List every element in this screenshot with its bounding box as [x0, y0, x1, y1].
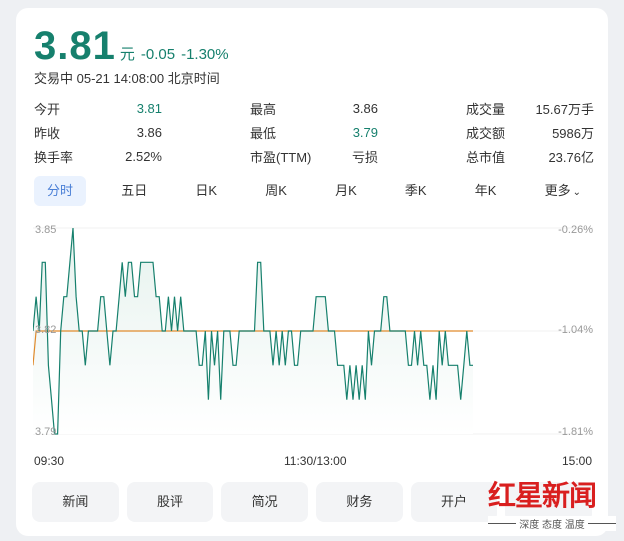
- news-button[interactable]: 新闻: [32, 482, 119, 522]
- y-right-tick: -0.26%: [558, 224, 593, 236]
- intraday-chart-svg: [33, 227, 593, 435]
- stat-label: 今开: [34, 101, 61, 117]
- stat-label: 市盈(TTM): [250, 149, 312, 165]
- stat-value: 2.52%: [125, 148, 162, 164]
- stock-card: 3.81 元 -0.05 -1.30% 交易中 05-21 14:08:00 北…: [16, 8, 608, 536]
- stat-value: 3.81: [136, 100, 162, 116]
- divider: [488, 523, 517, 524]
- stat-label: 最高: [250, 101, 277, 117]
- stat-turnover: 成交额 5986万: [466, 123, 594, 142]
- y-left-tick: 3.85: [35, 224, 57, 236]
- stock-review-button[interactable]: 股评: [126, 482, 214, 522]
- trading-status: 交易中 05-21 14:08:00 北京时间: [34, 71, 220, 86]
- stat-value: 5986万: [552, 125, 594, 141]
- stat-label: 昨收: [34, 125, 61, 141]
- stat-value: 3.86: [352, 100, 378, 116]
- price-change: -0.05: [140, 46, 176, 63]
- chevron-down-icon: ⌄: [572, 187, 581, 198]
- y-right-tick: -1.04%: [558, 324, 593, 336]
- current-price: 3.81: [34, 24, 116, 68]
- price-unit: 元: [119, 46, 135, 63]
- stat-high: 最高 3.86: [250, 99, 378, 118]
- stat-prev-close: 昨收 3.86: [34, 123, 162, 142]
- finance-button[interactable]: 财务: [316, 482, 403, 522]
- tab-quarterly-k[interactable]: 季K: [392, 176, 440, 206]
- time-axis: 09:30 11:30/13:00 15:00: [34, 454, 594, 470]
- tab-intraday[interactable]: 分时: [34, 176, 87, 206]
- x-tick-close: 15:00: [561, 454, 592, 468]
- profile-button[interactable]: 简况: [221, 482, 309, 522]
- open-account-button[interactable]: 开户: [410, 482, 498, 522]
- tab-daily-k[interactable]: 日K: [182, 176, 230, 206]
- stats-row: 换手率 2.52% 市盈(TTM) 亏损 总市值 23.76亿: [34, 144, 594, 168]
- x-tick-midday: 11:30/13:00: [284, 454, 347, 468]
- stat-value: 3.79: [352, 124, 378, 140]
- stat-volume: 成交量 15.67万手: [466, 99, 594, 118]
- price-change-pct: -1.30%: [181, 46, 229, 63]
- stats-grid: 今开 3.81 最高 3.86 成交量 15.67万手 昨收 3.86 最低 3.79 成…: [34, 96, 594, 168]
- watermark-title: 红星新闻: [488, 479, 597, 512]
- stat-pe: 市盈(TTM) 亏损: [250, 147, 378, 166]
- watermark-logo: 红星新闻 深度 态度 温度: [488, 474, 618, 534]
- quote-header: 3.81 元 -0.05 -1.30%: [34, 24, 229, 69]
- stat-market-cap: 总市值 23.76亿: [466, 147, 594, 166]
- stat-value: 15.67万手: [535, 101, 594, 117]
- stat-label: 成交额: [466, 125, 506, 141]
- stat-label: 最低: [250, 125, 277, 141]
- stat-value: 亏损: [351, 149, 378, 165]
- stat-open: 今开 3.81: [34, 99, 162, 118]
- y-right-tick: -1.81%: [558, 426, 593, 438]
- stat-turnover-rate: 换手率 2.52%: [34, 147, 162, 166]
- stats-row: 今开 3.81 最高 3.86 成交量 15.67万手: [34, 96, 594, 120]
- y-left-tick: 3.82: [35, 324, 57, 336]
- stat-value: 23.76亿: [548, 149, 594, 165]
- tab-more-label: 更多: [544, 183, 571, 198]
- divider: [587, 523, 616, 524]
- stat-value: 3.86: [136, 124, 162, 140]
- tab-monthly-k[interactable]: 月K: [322, 176, 370, 206]
- stat-label: 换手率: [34, 149, 74, 165]
- stat-label: 成交量: [466, 101, 506, 117]
- watermark-slogan: 深度 态度 温度: [519, 520, 585, 531]
- stat-low: 最低 3.79: [250, 123, 378, 142]
- stat-label: 总市值: [466, 149, 506, 165]
- x-tick-open: 09:30: [34, 454, 65, 468]
- tab-more[interactable]: 更多 ⌄: [532, 176, 594, 206]
- watermark-slogan-row: 深度 态度 温度: [488, 516, 616, 531]
- tab-weekly-k[interactable]: 周K: [252, 176, 300, 206]
- stats-row: 昨收 3.86 最低 3.79 成交额 5986万: [34, 120, 594, 144]
- chart-period-tabs: 分时 五日 日K 周K 月K 季K 年K 更多 ⌄: [34, 176, 594, 206]
- y-left-tick: 3.79: [35, 426, 57, 438]
- tab-yearly-k[interactable]: 年K: [462, 176, 510, 206]
- intraday-chart[interactable]: 3.85 3.82 3.79 -0.26% -1.04% -1.81%: [33, 220, 593, 456]
- tab-five-day[interactable]: 五日: [108, 176, 160, 206]
